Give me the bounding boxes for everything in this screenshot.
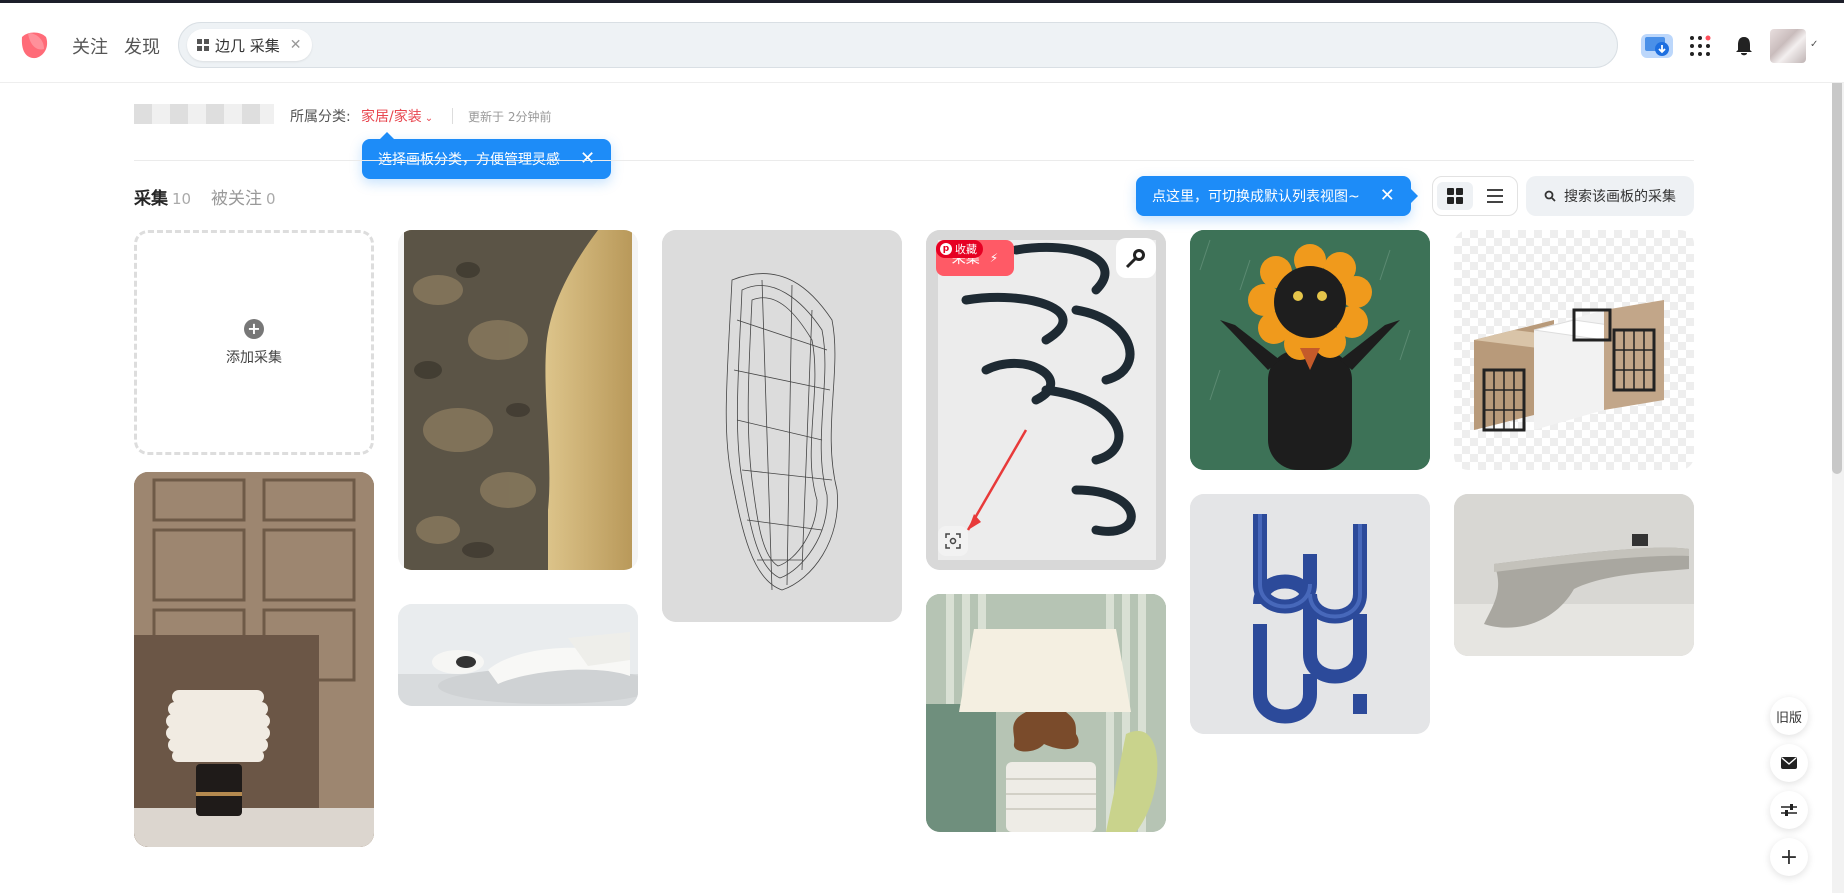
- tab-followers[interactable]: 被关注 0: [211, 184, 276, 209]
- plus-icon: +: [1779, 844, 1799, 870]
- category-label: 所属分类:: [290, 109, 351, 125]
- pin-image-white-curved-sofa: [398, 604, 638, 706]
- settings-button[interactable]: [1770, 791, 1808, 829]
- scan-icon: [945, 533, 961, 549]
- search-chip-label: 边几 采集: [215, 36, 280, 55]
- search-board-label: 搜索该画板的采集: [1564, 189, 1676, 205]
- upload-button[interactable]: [1640, 29, 1674, 63]
- pin-image-brush-strokes: [926, 230, 1166, 570]
- old-version-label: 旧版: [1775, 710, 1802, 726]
- chevron-down-icon: ⌄: [424, 113, 434, 124]
- messages-button[interactable]: [1770, 744, 1808, 782]
- avatar[interactable]: [1770, 29, 1806, 63]
- save-badge-label: 收藏: [955, 243, 977, 256]
- pin-image-marble-gold-panel: [404, 230, 632, 570]
- sliders-icon: [1781, 804, 1797, 816]
- list-view-icon: [1487, 189, 1503, 203]
- add-button[interactable]: +: [1770, 838, 1808, 876]
- nav-discover[interactable]: 发现: [124, 33, 160, 59]
- close-icon[interactable]: ✕: [580, 150, 595, 168]
- tab-followers-count: 0: [266, 190, 276, 208]
- old-version-button[interactable]: 旧版: [1770, 697, 1808, 735]
- lightning-icon: ⚡: [989, 251, 999, 265]
- grid-apps-icon: [1690, 35, 1711, 56]
- nav-following[interactable]: 关注: [72, 33, 108, 59]
- add-pin-card[interactable]: + 添加采集: [134, 230, 374, 455]
- top-header: 关注 发现 边几 采集 ✕ ✓: [0, 3, 1844, 83]
- pin-card[interactable]: 采集 ⚡ p 收藏: [926, 230, 1166, 570]
- board-name-blurred: [134, 104, 274, 124]
- cloud-upload-icon: [1641, 34, 1673, 58]
- list-view-button[interactable]: [1477, 182, 1513, 210]
- search-bar[interactable]: 边几 采集 ✕: [178, 22, 1618, 68]
- board-icon: [197, 39, 209, 51]
- window-scrollbar[interactable]: [1832, 24, 1842, 474]
- pin-card[interactable]: [398, 230, 638, 570]
- pin-card[interactable]: [1454, 230, 1694, 470]
- notifications-button[interactable]: [1727, 29, 1761, 63]
- add-pin-label: 添加采集: [226, 349, 282, 366]
- pin-image-wire-sculpture: [662, 230, 902, 622]
- pin-card[interactable]: [1190, 494, 1430, 734]
- pin-image-wood-panel-lamp: [134, 472, 374, 847]
- search-icon: [1544, 190, 1556, 202]
- pin-image-modular-bench: [1454, 230, 1694, 470]
- view-toggle: [1432, 176, 1518, 216]
- site-logo-icon[interactable]: [18, 29, 50, 61]
- pin-image-curved-reception-desk: [1454, 494, 1694, 656]
- tab-pins-label: 采集: [134, 189, 168, 209]
- pin-card[interactable]: [662, 230, 902, 622]
- plus-icon: +: [244, 318, 264, 339]
- visual-search-button[interactable]: [1116, 238, 1156, 278]
- view-tooltip-text: 点这里，可切换成默认列表视图~: [1152, 189, 1360, 205]
- pin-image-sunflower-cat: [1190, 230, 1430, 470]
- pin-card[interactable]: [926, 594, 1166, 832]
- pin-card[interactable]: [398, 604, 638, 706]
- visual-search-icon: [1125, 249, 1145, 269]
- image-search-button[interactable]: [938, 526, 968, 556]
- close-icon[interactable]: ✕: [1380, 187, 1395, 205]
- divider: [452, 108, 453, 124]
- category-value: 家居/家装: [361, 109, 422, 125]
- search-board-button[interactable]: 搜索该画板的采集: [1526, 176, 1694, 216]
- pin-card[interactable]: [134, 472, 374, 847]
- pin-card[interactable]: [1454, 494, 1694, 656]
- pin-image-blue-chain-sculpture: [1190, 494, 1430, 734]
- apps-button[interactable]: [1683, 29, 1717, 63]
- grid-view-icon: [1447, 188, 1463, 204]
- section-divider: [134, 160, 1694, 161]
- tab-pins-count: 10: [172, 190, 192, 208]
- mail-icon: [1781, 757, 1797, 769]
- pin-card[interactable]: [1190, 230, 1430, 470]
- avatar-chevron-icon[interactable]: ✓: [1810, 39, 1818, 50]
- pin-image-ceramic-table-lamp: [926, 594, 1166, 832]
- pinterest-icon: p: [940, 243, 952, 255]
- category-tooltip-text: 选择画板分类，方便管理灵感: [378, 152, 560, 168]
- chip-close-icon[interactable]: ✕: [290, 37, 302, 53]
- search-chip[interactable]: 边几 采集 ✕: [187, 29, 312, 61]
- category-dropdown[interactable]: 家居/家装 ⌄: [361, 106, 433, 126]
- updated-time: 更新于 2分钟前: [468, 110, 552, 124]
- view-tooltip: 点这里，可切换成默认列表视图~ ✕: [1136, 176, 1418, 216]
- grid-view-button[interactable]: [1437, 182, 1473, 210]
- category-tooltip: 选择画板分类，方便管理灵感 ✕: [362, 132, 612, 179]
- bell-icon: [1736, 37, 1752, 56]
- tab-pins[interactable]: 采集 10: [134, 184, 191, 209]
- tab-followers-label: 被关注: [211, 189, 262, 209]
- save-badge[interactable]: p 收藏: [936, 240, 983, 258]
